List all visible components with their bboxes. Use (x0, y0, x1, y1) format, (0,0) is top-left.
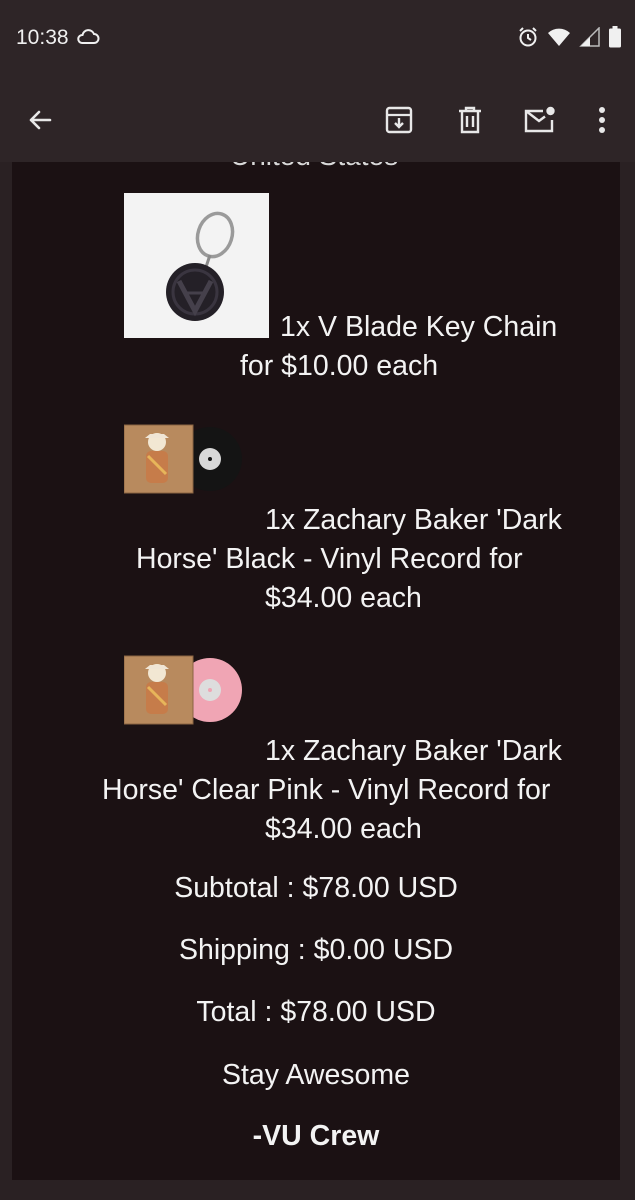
total-text: Total : $78.00 USD (196, 996, 436, 1028)
battery-icon (609, 26, 621, 53)
delete-button[interactable] (448, 98, 492, 142)
more-options-button[interactable] (580, 98, 624, 142)
arrow-left-icon (29, 110, 52, 130)
more-vert-icon (599, 107, 605, 133)
vinyl-pink-image (123, 655, 242, 725)
item-1-line-2: for $10.00 each (240, 350, 439, 382)
item-2-line-2: Horse' Black - Vinyl Record for (136, 543, 523, 575)
status-time: 10:38 (16, 26, 69, 49)
status-bar: 10:38 (0, 0, 635, 80)
delete-icon (459, 106, 481, 134)
signoff-text: -VU Crew (252, 1120, 380, 1152)
archive-icon (385, 106, 413, 134)
signal-icon (579, 26, 601, 52)
item-3-line-2: Horse' Clear Pink - Vinyl Record for (102, 774, 551, 806)
closing-text: Stay Awesome (222, 1059, 410, 1091)
cloud-icon (76, 28, 100, 51)
shipping-text: Shipping : $0.00 USD (178, 934, 454, 966)
wifi-icon (547, 27, 571, 52)
item-3-line-3: $34.00 each (265, 813, 422, 845)
subtotal-text: Subtotal : $78.00 USD (174, 872, 458, 904)
mark-unread-button[interactable] (518, 98, 562, 142)
address-country: United States (230, 162, 398, 172)
item-2-line-3: $34.00 each (265, 582, 422, 614)
app-bar (0, 80, 635, 162)
item-1-line-1: 1x V Blade Key Chain (280, 311, 558, 343)
email-body: United States 1x V Blade Key Chain for $… (12, 162, 620, 1180)
keychain-image (124, 193, 269, 338)
back-button[interactable] (18, 98, 62, 142)
item-3-line-1: 1x Zachary Baker 'Dark (265, 735, 562, 767)
mark-unread-icon (524, 106, 555, 133)
status-icons (517, 26, 621, 53)
alarm-icon (517, 26, 539, 53)
item-2-line-1: 1x Zachary Baker 'Dark (265, 504, 562, 536)
archive-button[interactable] (377, 98, 421, 142)
vinyl-black-image (123, 424, 242, 494)
